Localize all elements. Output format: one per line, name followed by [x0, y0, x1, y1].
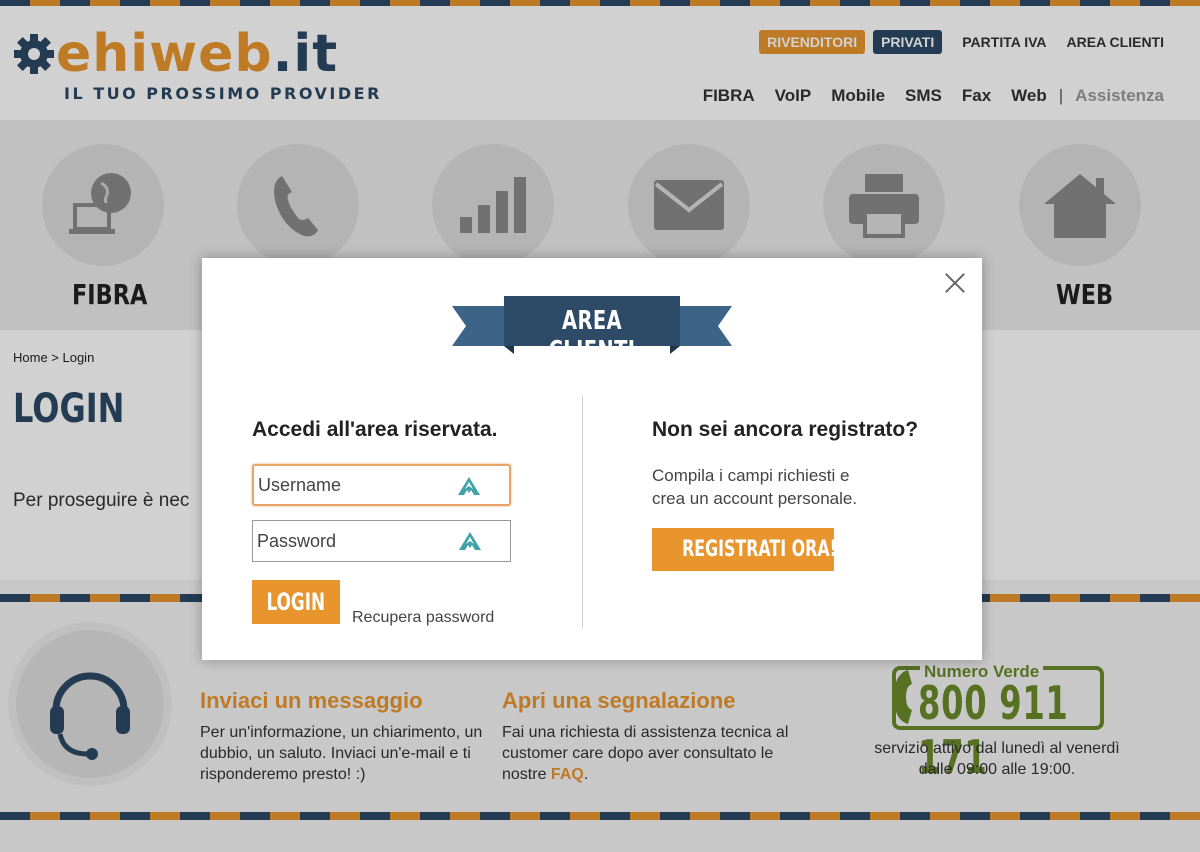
modal-divider: [582, 396, 583, 628]
login-button[interactable]: LOGIN: [252, 580, 340, 624]
username-input[interactable]: [254, 466, 454, 504]
recover-password-link[interactable]: Recupera password: [352, 609, 494, 627]
close-icon[interactable]: [944, 272, 966, 294]
password-field[interactable]: [252, 520, 511, 562]
register-button[interactable]: REGISTRATI ORA!: [652, 528, 837, 571]
username-field[interactable]: [252, 464, 511, 506]
login-modal: AREA CLIENTI Accedi all'area riservata. …: [202, 258, 982, 660]
register-text: Compila i campi richiesti e crea un acco…: [652, 466, 858, 508]
password-manager-icon[interactable]: [458, 531, 482, 551]
password-input[interactable]: [253, 521, 453, 561]
password-manager-icon[interactable]: [457, 476, 481, 496]
login-title: Accedi all'area riservata.: [252, 418, 498, 441]
register-section: Non sei ancora registrato? Compila i cam…: [652, 418, 952, 510]
register-title: Non sei ancora registrato?: [652, 418, 919, 441]
ribbon-title: AREA CLIENTI: [548, 306, 636, 366]
login-section: Accedi all'area riservata.: [252, 418, 562, 576]
